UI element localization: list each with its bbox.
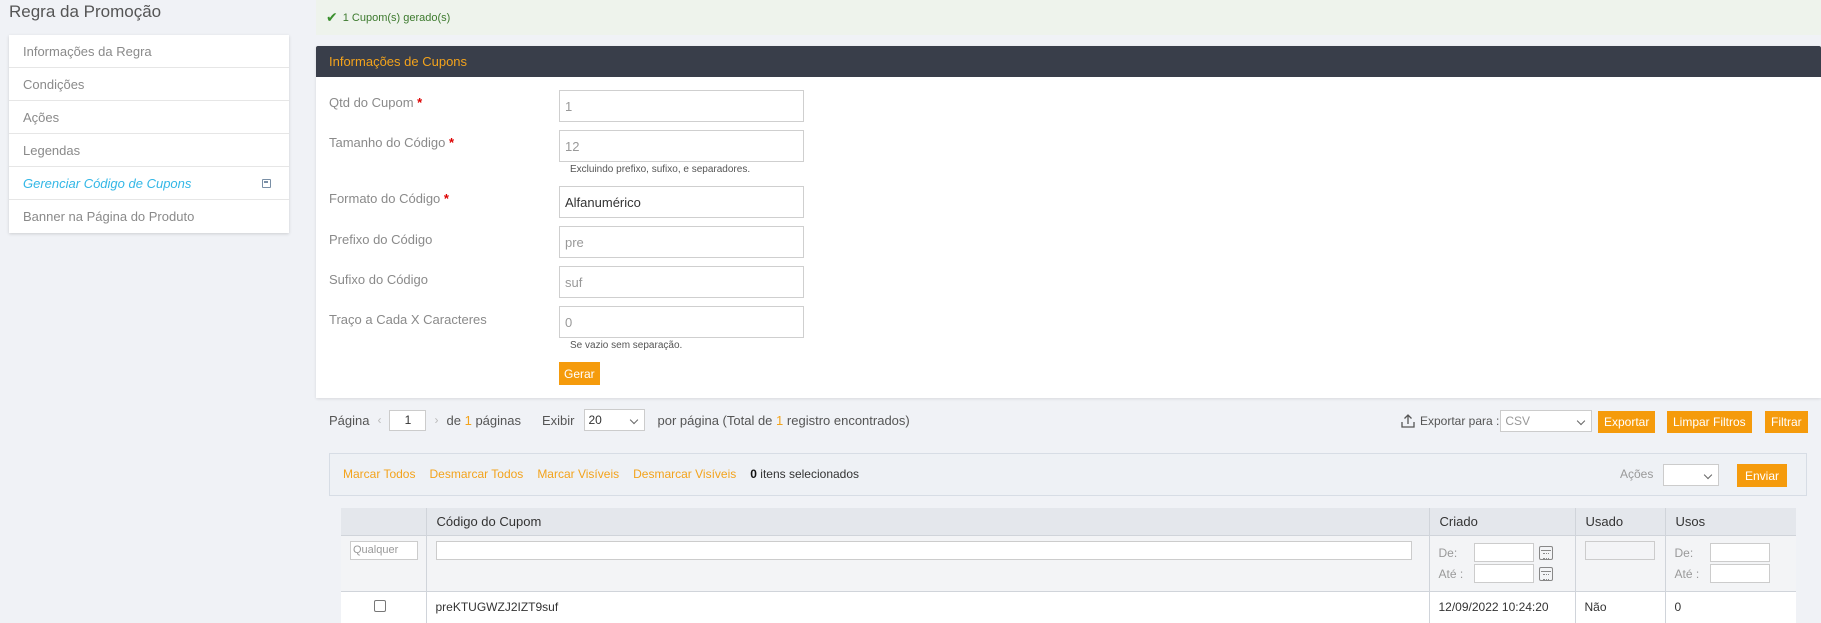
sidebar-item-label: Gerenciar Código de Cupons bbox=[23, 175, 192, 191]
created-from: De: bbox=[1439, 542, 1575, 563]
dash-input[interactable]: 0 bbox=[559, 306, 804, 338]
column-header-code[interactable]: Código do Cupom bbox=[426, 508, 1430, 535]
sidebar-nav: Informações da Regra Condições Ações Leg… bbox=[9, 35, 289, 233]
actions-label: Ações bbox=[1620, 467, 1654, 481]
sidebar-item-product-banner[interactable]: Banner na Página do Produto bbox=[9, 200, 289, 233]
clear-filters-button[interactable]: Limpar Filtros bbox=[1667, 411, 1752, 433]
used-filter-select[interactable] bbox=[1584, 540, 1655, 560]
qty-label: Qtd do Cupom * bbox=[329, 95, 423, 110]
sidebar-item-label: Banner na Página do Produto bbox=[23, 209, 195, 224]
code-filter-input[interactable] bbox=[435, 540, 1412, 560]
save-icon bbox=[262, 178, 271, 188]
show-label: Exibir bbox=[541, 412, 575, 428]
sidebar-item-label: Ações bbox=[23, 109, 60, 125]
dash-hint: Se vazio sem separação. bbox=[570, 340, 683, 351]
export-format-select[interactable]: CSV bbox=[1500, 410, 1593, 432]
page-label: Página bbox=[329, 412, 370, 428]
unselect-visible-link[interactable]: Desmarcar Visíveis bbox=[633, 467, 736, 481]
uses-to-input[interactable] bbox=[1709, 564, 1770, 583]
cell-created: 12/09/2022 10:24:20 bbox=[1429, 590, 1576, 623]
sidebar-item-conditions[interactable]: Condições bbox=[9, 68, 289, 101]
page-input[interactable]: 1 bbox=[389, 409, 427, 431]
select-all-link[interactable]: Marcar Todos bbox=[343, 467, 415, 481]
sidebar-item-manage-coupons[interactable]: Gerenciar Código de Cupons bbox=[9, 167, 289, 200]
length-input[interactable]: 12 bbox=[559, 130, 804, 162]
dash-label: Traço a Cada X Caracteres bbox=[329, 312, 487, 327]
select-visible-link[interactable]: Marcar Visíveis bbox=[537, 467, 619, 481]
filter-button[interactable]: Filtrar bbox=[1765, 411, 1808, 433]
sidebar-item-actions[interactable]: Ações bbox=[9, 101, 289, 134]
prev-page-icon[interactable]: ‹ bbox=[377, 413, 381, 427]
chevron-down-icon bbox=[1703, 470, 1713, 480]
uses-to: Até : bbox=[1675, 563, 1797, 584]
export-area: Exportar para : CSV bbox=[1400, 410, 1593, 432]
total-pages: 1 bbox=[464, 412, 472, 428]
sidebar-item-label: Legendas bbox=[23, 142, 81, 158]
chevron-down-icon bbox=[629, 415, 638, 425]
next-page-icon[interactable]: › bbox=[434, 413, 438, 427]
pages-label: páginas bbox=[475, 412, 521, 428]
suffix-input[interactable]: suf bbox=[559, 266, 804, 298]
export-button[interactable]: Exportar bbox=[1598, 411, 1656, 433]
total-records: 1 bbox=[776, 412, 784, 428]
row-checkbox[interactable] bbox=[374, 599, 386, 612]
format-select[interactable]: Alfanumérico bbox=[559, 186, 804, 218]
generate-button[interactable]: Gerar bbox=[559, 362, 600, 385]
length-hint: Excluindo prefixo, sufixo, e separadores… bbox=[570, 164, 751, 175]
uses-from-input[interactable] bbox=[1709, 543, 1770, 562]
chevron-down-icon bbox=[1577, 416, 1586, 426]
sidebar-item-labels[interactable]: Legendas bbox=[9, 134, 289, 167]
records-label: registro encontrados) bbox=[786, 412, 910, 428]
sidebar-item-label: Informações da Regra bbox=[23, 43, 152, 59]
column-header-select bbox=[341, 508, 427, 535]
per-page-select[interactable]: 20 bbox=[583, 409, 645, 431]
uses-from: De: bbox=[1675, 542, 1797, 563]
qty-input[interactable]: 1 bbox=[559, 90, 804, 122]
suffix-label: Sufixo do Código bbox=[329, 272, 429, 287]
actions-select[interactable] bbox=[1663, 464, 1719, 486]
calendar-icon[interactable] bbox=[1538, 545, 1553, 560]
cell-code: preKTUGWZJ2IZT9suf bbox=[426, 590, 1430, 623]
per-page-label: por página (Total de bbox=[657, 412, 773, 428]
created-to: Até : bbox=[1439, 563, 1575, 584]
prefix-input[interactable]: pre bbox=[559, 226, 804, 258]
cell-uses: 0 bbox=[1665, 590, 1796, 623]
upload-icon bbox=[1401, 414, 1415, 428]
format-label: Formato do Código * bbox=[329, 191, 449, 206]
sidebar-item-label: Condições bbox=[23, 76, 85, 92]
sidebar-title: Regra da Promoção bbox=[9, 2, 162, 21]
column-header-used[interactable]: Usado bbox=[1575, 508, 1666, 535]
success-message: ✔ 1 Cupom(s) gerado(s) bbox=[316, 0, 1821, 35]
success-message-text: 1 Cupom(s) gerado(s) bbox=[342, 11, 451, 24]
created-to-input[interactable] bbox=[1473, 564, 1534, 583]
length-label: Tamanho do Código * bbox=[329, 135, 455, 150]
filter-row: Qualquer De: Até : De: Até : bbox=[341, 534, 1797, 591]
selected-count: 0 itens selecionados bbox=[750, 467, 860, 481]
sidebar-item-rule-info[interactable]: Informações da Regra bbox=[9, 35, 289, 68]
cell-used: Não bbox=[1575, 590, 1666, 623]
unselect-all-link[interactable]: Desmarcar Todos bbox=[429, 467, 523, 481]
submit-button[interactable]: Enviar bbox=[1737, 464, 1788, 487]
calendar-icon[interactable] bbox=[1538, 566, 1553, 581]
coupon-info-panel: Informações de Cupons Qtd do Cupom * 1 T… bbox=[316, 46, 1821, 398]
any-filter-select[interactable]: Qualquer bbox=[350, 540, 418, 560]
column-header-created[interactable]: Criado bbox=[1429, 508, 1576, 535]
created-from-input[interactable] bbox=[1473, 543, 1534, 562]
massaction-bar: Marcar Todos Desmarcar Todos Marcar Visí… bbox=[329, 453, 1807, 496]
coupon-panel-header: Informações de Cupons bbox=[316, 46, 1821, 77]
of-label: de bbox=[446, 412, 461, 428]
check-icon: ✔ bbox=[326, 9, 338, 25]
column-header-uses[interactable]: Usos bbox=[1665, 508, 1796, 535]
prefix-label: Prefixo do Código bbox=[329, 232, 433, 247]
export-label: Exportar para : bbox=[1420, 414, 1500, 428]
pager: Página ‹ 1 › de 1 páginas Exibir 20 por … bbox=[329, 409, 910, 431]
coupon-grid: Código do Cupom Criado Usado Usos Qualqu… bbox=[341, 508, 1796, 623]
table-row[interactable]: preKTUGWZJ2IZT9suf 12/09/2022 10:24:20 N… bbox=[341, 590, 1796, 623]
